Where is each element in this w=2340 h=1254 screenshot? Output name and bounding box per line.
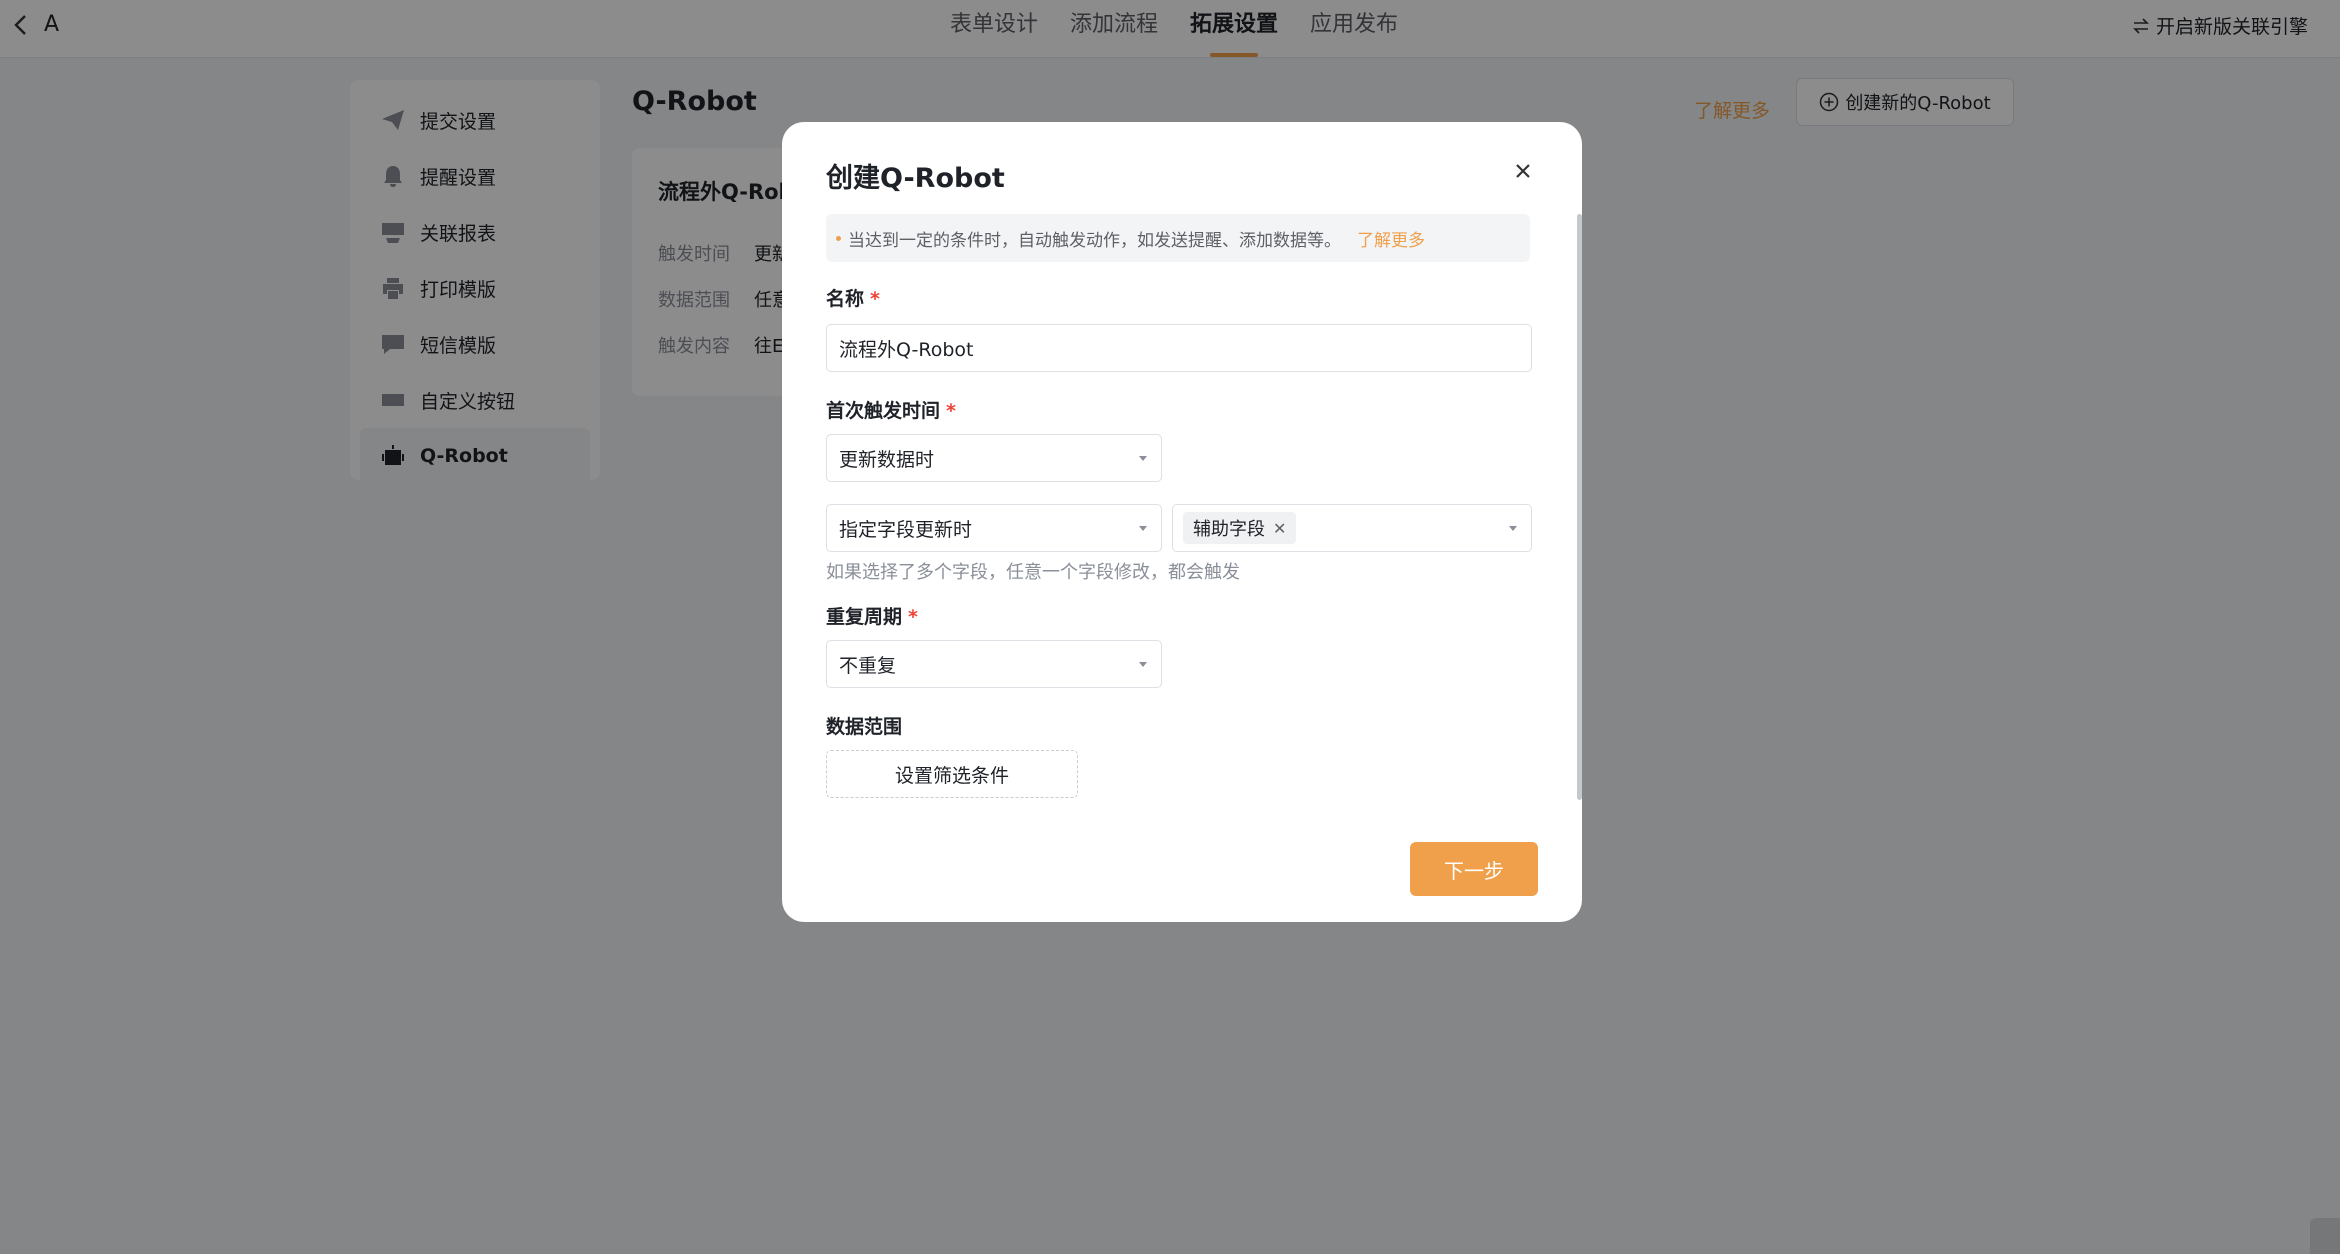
field-trigger-select[interactable]: 指定字段更新时	[826, 504, 1162, 552]
name-label: 名称 *	[826, 284, 880, 311]
set-filter-button[interactable]: 设置筛选条件	[826, 750, 1078, 798]
first-trigger-value: 更新数据时	[839, 448, 935, 471]
repeat-select[interactable]: 不重复	[826, 640, 1162, 688]
first-trigger-label: 首次触发时间 *	[826, 396, 956, 423]
repeat-value: 不重复	[839, 654, 897, 677]
field-multi-select[interactable]: 辅助字段 ✕	[1172, 504, 1532, 552]
dialog-title: 创建Q-Robot	[826, 163, 1005, 194]
tag-remove-icon[interactable]: ✕	[1273, 519, 1286, 538]
caret-down-icon	[1139, 662, 1147, 667]
info-notice: 当达到一定的条件时，自动触发动作，如发送提醒、添加数据等。 了解更多	[826, 214, 1530, 262]
notice-learn-more-link[interactable]: 了解更多	[1357, 226, 1425, 251]
field-trigger-value: 指定字段更新时	[839, 518, 973, 541]
multi-field-hint: 如果选择了多个字段，任意一个字段修改，都会触发	[826, 562, 1240, 583]
required-mark: *	[946, 400, 956, 422]
dialog-scrollbar[interactable]	[1577, 214, 1582, 800]
close-icon[interactable]	[1508, 156, 1538, 186]
required-mark: *	[870, 288, 880, 310]
field-tag-label: 辅助字段	[1193, 519, 1265, 540]
caret-down-icon	[1509, 526, 1517, 531]
create-q-robot-dialog: 创建Q-Robot 当达到一定的条件时，自动触发动作，如发送提醒、添加数据等。 …	[782, 122, 1582, 922]
repeat-label: 重复周期 *	[826, 602, 918, 629]
notice-text: 当达到一定的条件时，自动触发动作，如发送提醒、添加数据等。	[848, 230, 1341, 251]
repeat-label-text: 重复周期	[826, 606, 903, 628]
data-range-label: 数据范围	[826, 716, 903, 738]
first-trigger-select[interactable]: 更新数据时	[826, 434, 1162, 482]
first-trigger-label-text: 首次触发时间	[826, 400, 941, 422]
name-label-text: 名称	[826, 288, 865, 310]
field-tag: 辅助字段 ✕	[1183, 512, 1297, 544]
bullet-icon	[836, 235, 841, 241]
name-input[interactable]: 流程外Q-Robot	[826, 324, 1532, 372]
caret-down-icon	[1139, 456, 1147, 461]
required-mark: *	[908, 606, 918, 628]
caret-down-icon	[1139, 526, 1147, 531]
next-step-button[interactable]: 下一步	[1410, 842, 1538, 896]
